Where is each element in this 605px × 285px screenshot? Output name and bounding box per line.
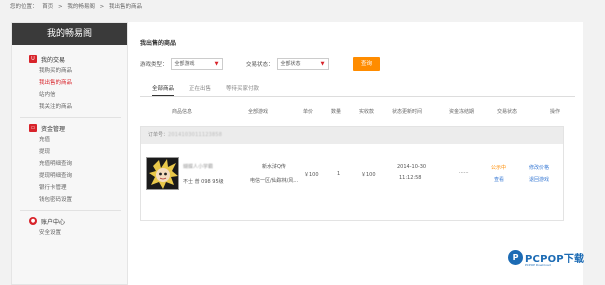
sidebar-section-title[interactable]: ● 账户中心 [29, 215, 127, 227]
order-number-label: 订单号： [148, 132, 169, 138]
sidebar-item-wallet-password[interactable]: 钱包密码设置 [39, 194, 127, 206]
game-select[interactable]: 全部游戏 ▼ [170, 58, 223, 70]
sidebar-item-bank-card[interactable]: 银行卡管理 [39, 182, 127, 194]
column-header: 实收款 [359, 109, 375, 115]
status-select[interactable]: 全部状态 ▼ [276, 58, 329, 70]
unit-price: ￥100 [304, 172, 319, 178]
breadcrumb-sep: > [99, 4, 105, 10]
order-number: 2014103011123858 [168, 132, 223, 138]
tab-on-sale[interactable]: 正在出售 [189, 84, 211, 96]
sidebar: 我的畅易阁 U 我的交易 我购买的商品 我出售的商品 站内信 我关注的商品 ▭ … [11, 22, 128, 285]
quantity: 1 [337, 171, 341, 177]
column-header: 单价 [303, 109, 314, 115]
breadcrumb-current: 我出售的商品 [109, 4, 143, 10]
received-amount: ￥100 [361, 172, 376, 178]
status-filter: 交易状态： 全部状态 ▼ [246, 58, 329, 70]
divider [140, 96, 575, 97]
view-link[interactable]: 查看 [494, 176, 504, 183]
sidebar-section-account: ● 账户中心 安全设置 [12, 215, 127, 239]
game-filter: 游戏类型： 全部游戏 ▼ [140, 58, 223, 70]
page-title: 我出售的商品 [140, 40, 177, 47]
item-name[interactable]: 蝴蝶人小学霸 [183, 163, 213, 170]
tabs: 全部商品 正在出售 等待买家付款 [152, 84, 274, 96]
sidebar-item-withdraw-detail[interactable]: 提现明细查询 [39, 170, 127, 182]
search-button[interactable]: 查询 [353, 57, 380, 71]
sidebar-item-withdraw[interactable]: 提现 [39, 146, 127, 158]
update-date: 2014-10-30 [397, 164, 427, 170]
breadcrumb-prefix: 您的位置： [10, 4, 38, 10]
item-thumbnail[interactable] [146, 157, 179, 190]
sidebar-item-recharge-detail[interactable]: 充值明细查询 [39, 158, 127, 170]
sidebar-section-title[interactable]: ▭ 资金管理 [29, 122, 127, 134]
sidebar-item-sold[interactable]: 我出售的商品 [39, 77, 127, 89]
order-card: 订单号：2014103011123858 蝴蝶人小学霸 不士 普 098 95级… [140, 126, 564, 221]
shopping-icon: U [29, 55, 37, 63]
sidebar-item-following[interactable]: 我关注的商品 [39, 101, 127, 113]
main-panel: 我出售的商品 游戏类型： 全部游戏 ▼ 交易状态： 全部状态 ▼ 查询 全部商品… [128, 22, 583, 285]
order-header: 订单号：2014103011123858 [141, 127, 563, 144]
update-time: 11:12:58 [399, 175, 422, 181]
sidebar-section-trade: U 我的交易 我购买的商品 我出售的商品 站内信 我关注的商品 [12, 53, 127, 113]
user-icon: ● [29, 217, 37, 225]
sidebar-title: 我的畅易阁 [12, 23, 127, 45]
return-to-game-link[interactable]: 退回游戏 [529, 176, 549, 183]
modify-price-link[interactable]: 修改价格 [529, 164, 549, 171]
server-name: 电信一区/仙踪林/风... [250, 178, 299, 184]
chevron-down-icon: ▼ [320, 61, 325, 67]
sidebar-section-title[interactable]: U 我的交易 [29, 53, 127, 65]
breadcrumb-sep: > [58, 4, 63, 10]
watermark-logo: P PCPOP下载 PCPOP Download [508, 250, 584, 267]
breadcrumb: 您的位置： 首页 > 我的畅易阁 > 我出售的商品 [0, 0, 605, 14]
freeze-period: ...... [459, 169, 469, 175]
sidebar-item-security[interactable]: 安全设置 [39, 227, 127, 239]
divider [20, 210, 121, 211]
breadcrumb-my-changyige[interactable]: 我的畅易阁 [67, 4, 95, 10]
chevron-down-icon: ▼ [214, 61, 219, 67]
column-header: 状态更新时间 [392, 109, 423, 115]
divider [20, 117, 121, 118]
watermark-subtext: PCPOP Download [525, 263, 551, 267]
sidebar-item-bought[interactable]: 我购买的商品 [39, 65, 127, 77]
game-filter-label: 游戏类型： [140, 62, 168, 68]
column-header: 商品信息 [172, 109, 193, 115]
column-header: 交易状态 [497, 109, 518, 115]
sidebar-item-messages[interactable]: 站内信 [39, 89, 127, 101]
sidebar-item-recharge[interactable]: 充值 [39, 134, 127, 146]
status-filter-label: 交易状态： [246, 62, 274, 68]
status-badge: 公示中 [491, 165, 507, 171]
breadcrumb-home[interactable]: 首页 [42, 4, 53, 10]
pcpop-logo-icon: P [508, 250, 523, 265]
tab-all[interactable]: 全部商品 [152, 84, 175, 96]
column-header: 全部游戏 [248, 109, 269, 115]
column-header: 数量 [331, 109, 342, 115]
game-name: 新水浒Q传 [262, 164, 286, 170]
sidebar-section-funds: ▭ 资金管理 充值 提现 充值明细查询 提现明细查询 银行卡管理 钱包密码设置 [12, 122, 127, 206]
column-header: 操作 [550, 109, 561, 115]
wallet-icon: ▭ [29, 124, 37, 132]
tab-awaiting-payment[interactable]: 等待买家付款 [226, 84, 259, 96]
item-subtitle: 不士 普 098 95级 [183, 179, 224, 185]
column-header: 资金冻结期 [449, 109, 475, 115]
